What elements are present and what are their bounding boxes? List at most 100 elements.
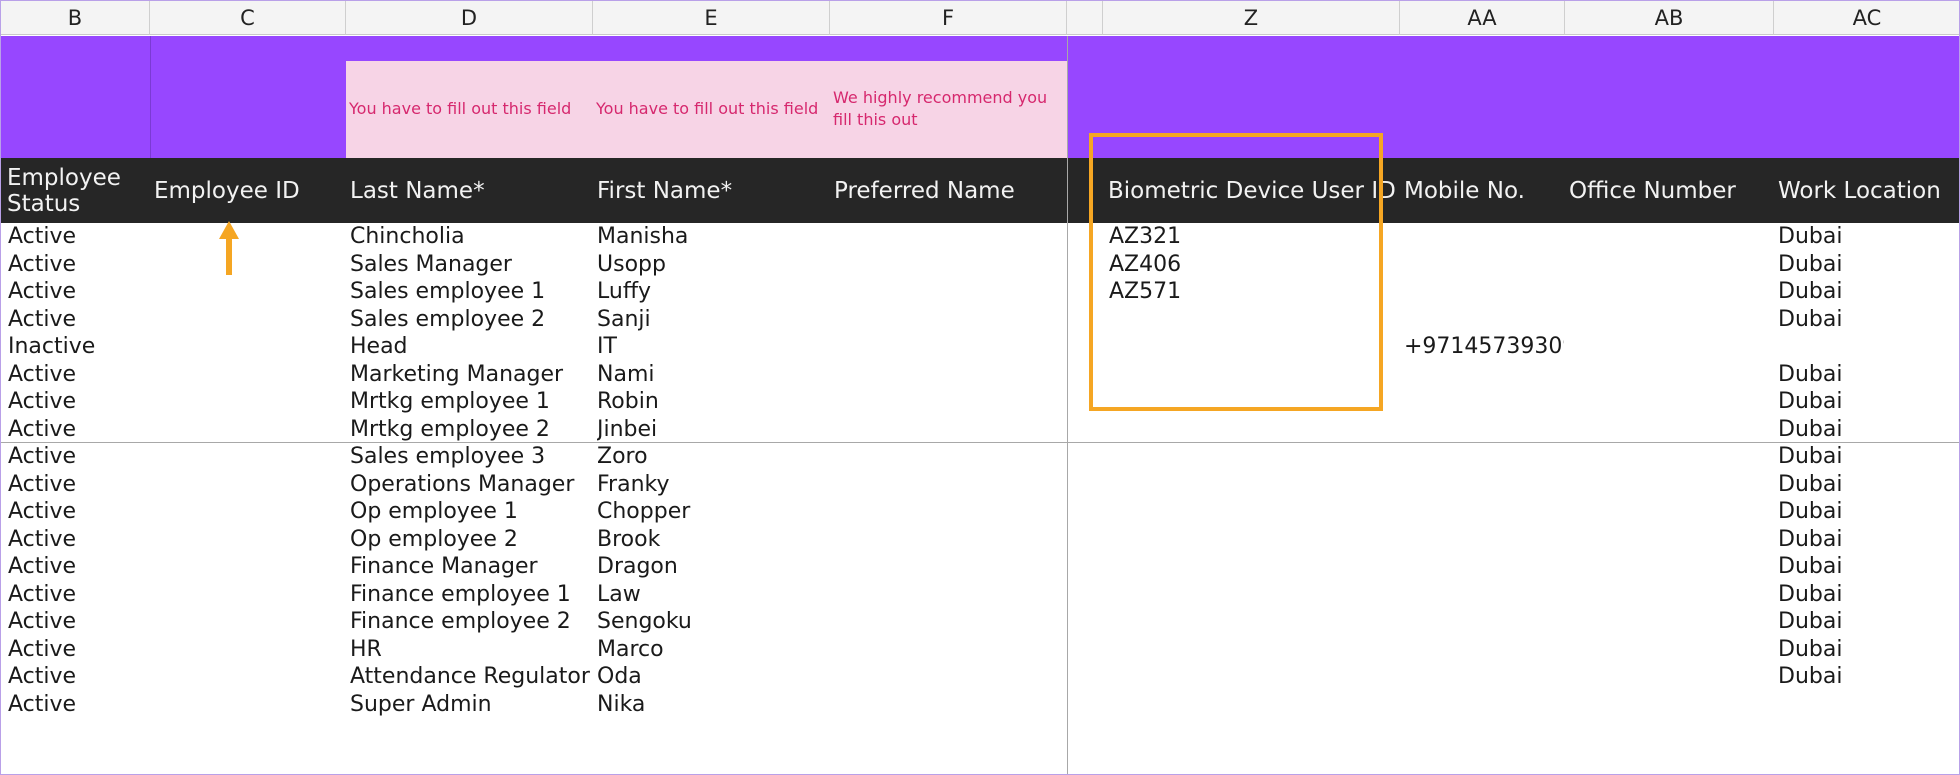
biometric-id-cell[interactable]	[1109, 581, 1379, 608]
last-name-cell[interactable]: Op employee 2	[350, 526, 592, 553]
last-name-cell[interactable]: Sales Manager	[350, 251, 592, 278]
header-employee-status[interactable]: Employee Status	[7, 158, 147, 223]
status-cell[interactable]: Active	[8, 278, 148, 305]
status-cell[interactable]: Active	[8, 361, 148, 388]
mobile-cell[interactable]: +97145739309	[1404, 333, 1564, 360]
column-header-c[interactable]: C	[150, 1, 346, 35]
status-cell[interactable]: Active	[8, 251, 148, 278]
first-name-cell[interactable]: Manisha	[597, 223, 827, 250]
status-cell[interactable]: Active	[8, 636, 148, 663]
last-name-cell[interactable]: Operations Manager	[350, 471, 592, 498]
status-cell[interactable]: Active	[8, 416, 148, 443]
status-cell[interactable]: Active	[8, 526, 148, 553]
last-name-cell[interactable]: Finance employee 2	[350, 608, 592, 635]
mobile-cell[interactable]	[1404, 278, 1564, 305]
biometric-id-cell[interactable]	[1109, 608, 1379, 635]
first-name-cell[interactable]: Chopper	[597, 498, 827, 525]
work-location-cell[interactable]: Dubai	[1778, 443, 1958, 470]
column-header-d[interactable]: D	[346, 1, 593, 35]
status-cell[interactable]: Active	[8, 306, 148, 333]
last-name-cell[interactable]: Sales employee 2	[350, 306, 592, 333]
first-name-cell[interactable]: Franky	[597, 471, 827, 498]
first-name-cell[interactable]: Luffy	[597, 278, 827, 305]
biometric-id-cell[interactable]	[1109, 443, 1379, 470]
column-header-aa[interactable]: AA	[1400, 1, 1565, 35]
first-name-cell[interactable]: Oda	[597, 663, 827, 690]
first-name-cell[interactable]: Usopp	[597, 251, 827, 278]
biometric-id-cell[interactable]	[1109, 636, 1379, 663]
last-name-cell[interactable]: Mrtkg employee 2	[350, 416, 592, 443]
work-location-cell[interactable]: Dubai	[1778, 498, 1958, 525]
first-name-cell[interactable]: Nami	[597, 361, 827, 388]
work-location-cell[interactable]: Dubai	[1778, 251, 1958, 278]
work-location-cell[interactable]: Dubai	[1778, 306, 1958, 333]
biometric-id-cell[interactable]	[1109, 526, 1379, 553]
first-name-cell[interactable]: Robin	[597, 388, 827, 415]
status-cell[interactable]: Active	[8, 608, 148, 635]
column-header-b[interactable]: B	[1, 1, 150, 35]
work-location-cell[interactable]: Dubai	[1778, 581, 1958, 608]
first-name-cell[interactable]: Brook	[597, 526, 827, 553]
first-name-cell[interactable]: Jinbei	[597, 416, 827, 443]
status-cell[interactable]: Active	[8, 388, 148, 415]
first-name-cell[interactable]: Nika	[597, 691, 827, 718]
status-cell[interactable]: Active	[8, 223, 148, 250]
status-cell[interactable]: Active	[8, 581, 148, 608]
mobile-cell[interactable]	[1404, 498, 1564, 525]
work-location-cell[interactable]: Dubai	[1778, 636, 1958, 663]
work-location-cell[interactable]: Dubai	[1778, 388, 1958, 415]
status-cell[interactable]: Active	[8, 471, 148, 498]
mobile-cell[interactable]	[1404, 608, 1564, 635]
last-name-cell[interactable]: Finance employee 1	[350, 581, 592, 608]
header-employee-id[interactable]: Employee ID	[154, 158, 344, 223]
mobile-cell[interactable]	[1404, 526, 1564, 553]
first-name-cell[interactable]: Sengoku	[597, 608, 827, 635]
work-location-cell[interactable]: Dubai	[1778, 526, 1958, 553]
work-location-cell[interactable]	[1778, 333, 1958, 360]
header-preferred-name[interactable]: Preferred Name	[834, 158, 1064, 223]
work-location-cell[interactable]	[1778, 691, 1958, 718]
column-header-e[interactable]: E	[593, 1, 830, 35]
mobile-cell[interactable]	[1404, 471, 1564, 498]
work-location-cell[interactable]: Dubai	[1778, 553, 1958, 580]
mobile-cell[interactable]	[1404, 388, 1564, 415]
column-header-f[interactable]: F	[830, 1, 1067, 35]
last-name-cell[interactable]: Sales employee 3	[350, 443, 592, 470]
header-first-name[interactable]: First Name*	[597, 158, 827, 223]
last-name-cell[interactable]: Marketing Manager	[350, 361, 592, 388]
last-name-cell[interactable]: Finance Manager	[350, 553, 592, 580]
first-name-cell[interactable]: Law	[597, 581, 827, 608]
column-header-ab[interactable]: AB	[1565, 1, 1774, 35]
header-work-location[interactable]: Work Location	[1778, 158, 1959, 223]
first-name-cell[interactable]: Sanji	[597, 306, 827, 333]
last-name-cell[interactable]: HR	[350, 636, 592, 663]
mobile-cell[interactable]	[1404, 306, 1564, 333]
last-name-cell[interactable]: Super Admin	[350, 691, 592, 718]
mobile-cell[interactable]	[1404, 416, 1564, 443]
biometric-id-cell[interactable]	[1109, 553, 1379, 580]
column-header-z[interactable]: Z	[1103, 1, 1400, 35]
header-mobile[interactable]: Mobile No.	[1404, 158, 1564, 223]
status-cell[interactable]: Active	[8, 553, 148, 580]
header-last-name[interactable]: Last Name*	[350, 158, 590, 223]
last-name-cell[interactable]: Op employee 1	[350, 498, 592, 525]
biometric-id-cell[interactable]	[1109, 471, 1379, 498]
last-name-cell[interactable]: Sales employee 1	[350, 278, 592, 305]
mobile-cell[interactable]	[1404, 636, 1564, 663]
status-cell[interactable]: Active	[8, 663, 148, 690]
first-name-cell[interactable]: Zoro	[597, 443, 827, 470]
first-name-cell[interactable]: IT	[597, 333, 827, 360]
work-location-cell[interactable]: Dubai	[1778, 471, 1958, 498]
mobile-cell[interactable]	[1404, 443, 1564, 470]
work-location-cell[interactable]: Dubai	[1778, 278, 1958, 305]
biometric-id-cell[interactable]	[1109, 691, 1379, 718]
work-location-cell[interactable]: Dubai	[1778, 663, 1958, 690]
mobile-cell[interactable]	[1404, 581, 1564, 608]
status-cell[interactable]: Active	[8, 443, 148, 470]
mobile-cell[interactable]	[1404, 691, 1564, 718]
first-name-cell[interactable]: Dragon	[597, 553, 827, 580]
biometric-id-cell[interactable]	[1109, 663, 1379, 690]
column-header-ac[interactable]: AC	[1774, 1, 1959, 35]
header-office-number[interactable]: Office Number	[1569, 158, 1774, 223]
last-name-cell[interactable]: Chincholia	[350, 223, 592, 250]
